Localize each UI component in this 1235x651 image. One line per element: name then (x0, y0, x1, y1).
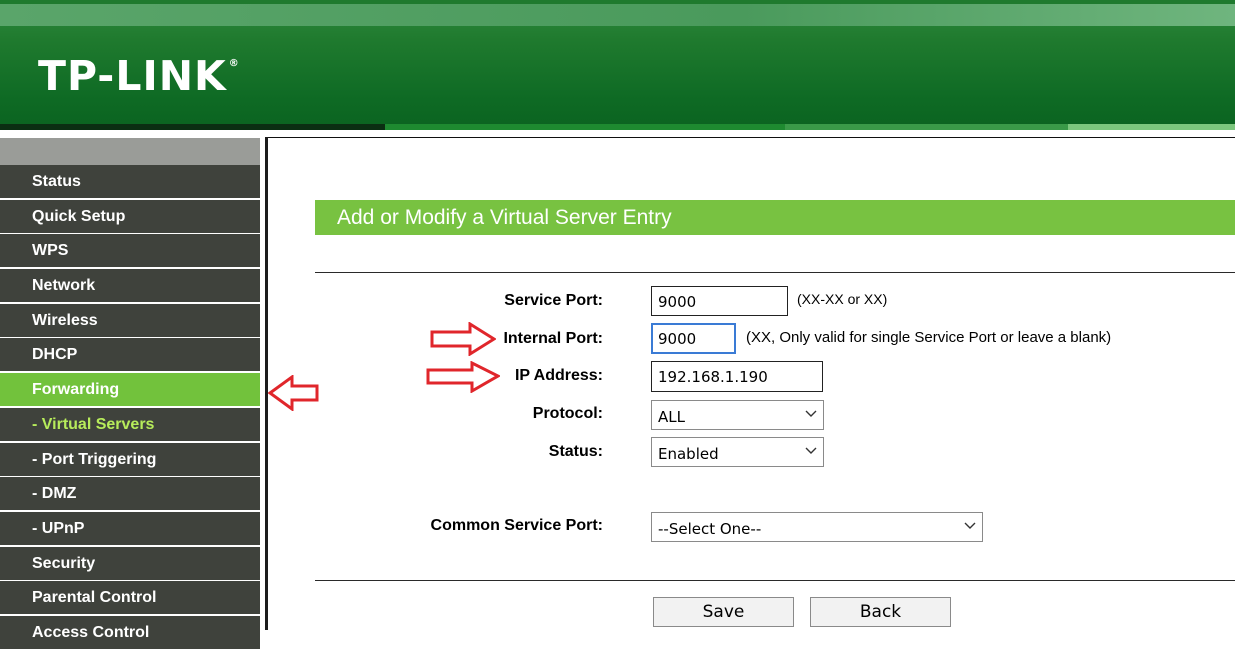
tp-link-logo: TP-LINK ® (38, 52, 240, 100)
sidebar-item-dhcp[interactable]: DHCP (0, 338, 260, 372)
sidebar-item-network[interactable]: Network (0, 269, 260, 303)
internal-port-input[interactable]: 9000 (651, 323, 736, 354)
section-title: Add or Modify a Virtual Server Entry (315, 200, 1235, 235)
sidebar-item-forwarding[interactable]: Forwarding (0, 373, 260, 407)
red-arrow-icon (426, 361, 500, 393)
sidebar-item-upnp[interactable]: - UPnP (0, 511, 260, 545)
common-service-port-label: Common Service Port: (430, 517, 603, 534)
sidebar-item-security[interactable]: Security (0, 546, 260, 580)
protocol-select[interactable]: ALL (651, 400, 824, 430)
status-label: Status: (548, 443, 603, 460)
status-value: Enabled (658, 445, 719, 463)
sidebar-item-wireless[interactable]: Wireless (0, 303, 260, 337)
service-port-input[interactable]: 9000 (651, 286, 788, 316)
sidebar-item-port-triggering[interactable]: - Port Triggering (0, 442, 260, 476)
header-banner: TP-LINK ® (0, 0, 1235, 130)
sidebar-item-wps[interactable]: WPS (0, 234, 260, 268)
sidebar-item-dmz[interactable]: - DMZ (0, 477, 260, 511)
service-port-label: Service Port: (504, 292, 603, 309)
sidebar-item-virtual-servers[interactable]: - Virtual Servers (0, 407, 260, 441)
red-arrow-icon (268, 375, 319, 411)
divider-top (315, 272, 1235, 273)
status-select[interactable]: Enabled (651, 437, 824, 467)
back-button[interactable]: Back (810, 597, 951, 627)
chevron-down-icon (805, 410, 817, 417)
protocol-value: ALL (658, 408, 685, 426)
header-strip (0, 4, 1235, 26)
internal-port-hint: (XX, Only valid for single Service Port … (746, 329, 1112, 346)
sidebar-menu: Status Quick Setup WPS Network Wireless DHCP F… (0, 165, 260, 651)
ip-address-input[interactable]: 192.168.1.190 (651, 361, 823, 392)
sidebar-item-access-control[interactable]: Access Control (0, 615, 260, 649)
common-service-port-value: --Select One-- (658, 520, 762, 538)
red-arrow-icon (430, 322, 496, 356)
sidebar-item-parental-control[interactable]: Parental Control (0, 581, 260, 615)
chevron-down-icon (964, 522, 976, 529)
sidebar-top-bar (0, 138, 260, 165)
common-service-port-select[interactable]: --Select One-- (651, 512, 983, 542)
divider-bottom (315, 580, 1235, 581)
sidebar-item-status[interactable]: Status (0, 165, 260, 198)
save-button[interactable]: Save (653, 597, 794, 627)
protocol-label: Protocol: (532, 405, 603, 422)
service-port-hint: (XX-XX or XX) (797, 291, 888, 307)
sidebar-item-quick-setup[interactable]: Quick Setup (0, 199, 260, 233)
chevron-down-icon (805, 447, 817, 454)
